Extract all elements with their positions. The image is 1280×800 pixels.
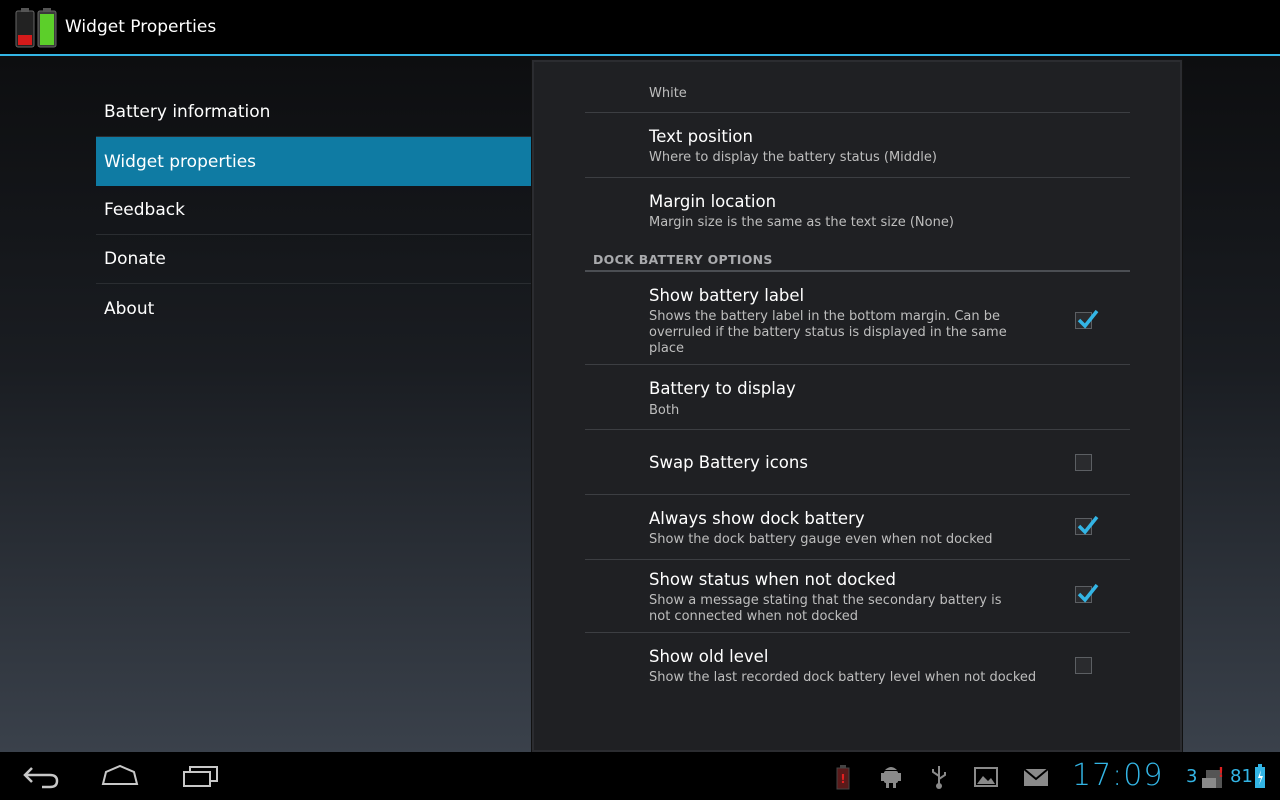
pref-show-old-level[interactable]: Show old level Show the last recorded do… [585, 633, 1130, 698]
header-feedback[interactable]: Feedback [96, 186, 531, 235]
content-area: Battery information Widget properties Fe… [0, 56, 1280, 753]
usb-icon[interactable] [930, 764, 948, 790]
clock[interactable]: 17:09 [1072, 758, 1163, 793]
always-show-dock-battery-checkbox[interactable] [1075, 515, 1099, 535]
header-donate[interactable]: Donate [96, 235, 531, 284]
battery-level: 81 [1230, 766, 1253, 787]
pref-title: Show old level [649, 647, 769, 666]
system-bar: ! 17:09 3 ! 81 [0, 752, 1280, 800]
pref-summary: Show the last recorded dock battery leve… [649, 670, 1037, 685]
svg-text:!: ! [840, 772, 845, 786]
pref-title: Show status when not docked [649, 570, 897, 589]
pref-swap-battery-icons[interactable]: Swap Battery icons [585, 430, 1130, 495]
pref-show-status-not-docked[interactable]: Show status when not docked Show a messa… [585, 560, 1130, 633]
pref-title: Swap Battery icons [649, 453, 808, 472]
show-status-not-docked-checkbox[interactable] [1075, 583, 1099, 603]
pref-text-position[interactable]: Text position Where to display the batte… [585, 113, 1130, 178]
keyboard-warning-icon[interactable]: ! [1200, 764, 1224, 790]
pref-margin-location[interactable]: Margin location Margin size is the same … [585, 178, 1130, 244]
category-dock-battery-options: DOCK BATTERY OPTIONS [585, 252, 1130, 272]
battery-icon[interactable] [1255, 764, 1265, 788]
home-icon[interactable] [101, 762, 139, 790]
checkmark-icon [1077, 583, 1099, 603]
category-label: DOCK BATTERY OPTIONS [593, 252, 773, 267]
header-list: Battery information Widget properties Fe… [96, 88, 531, 333]
pref-title: Always show dock battery [649, 509, 865, 528]
pref-summary: Shows the battery label in the bottom ma… [649, 309, 1007, 356]
pref-title: Battery to display [649, 379, 796, 398]
pref-summary: Margin size is the same as the text size… [649, 215, 954, 230]
pref-summary: White [649, 86, 687, 101]
header-battery-information[interactable]: Battery information [96, 88, 531, 137]
battery-app-icon[interactable] [14, 8, 60, 48]
battery-warning-icon[interactable]: ! [836, 764, 850, 790]
app-title: Widget Properties [65, 17, 217, 37]
pref-show-battery-label[interactable]: Show battery label Shows the battery lab… [585, 274, 1130, 365]
back-icon[interactable] [22, 762, 60, 790]
swap-battery-icons-checkbox[interactable] [1075, 454, 1092, 471]
pref-title: Margin location [649, 192, 777, 211]
pref-text-color[interactable]: White [585, 62, 1130, 113]
svg-text:!: ! [1218, 766, 1224, 781]
pref-battery-to-display[interactable]: Battery to display Both [585, 365, 1130, 430]
pref-summary: Where to display the battery status (Mid… [649, 150, 937, 165]
pref-summary: Show a message stating that the secondar… [649, 593, 1002, 624]
show-battery-label-checkbox[interactable] [1075, 309, 1099, 329]
pref-title: Show battery label [649, 286, 805, 305]
android-debug-icon[interactable] [880, 764, 902, 790]
notification-count: 3 [1186, 766, 1198, 787]
gmail-icon[interactable] [1023, 764, 1049, 790]
header-about[interactable]: About [96, 284, 531, 333]
header-widget-properties[interactable]: Widget properties [96, 137, 531, 186]
checkmark-icon [1077, 309, 1099, 329]
pref-always-show-dock-battery[interactable]: Always show dock battery Show the dock b… [585, 495, 1130, 560]
show-old-level-checkbox[interactable] [1075, 657, 1092, 674]
preferences-panel[interactable]: White Text position Where to display the… [531, 59, 1183, 753]
image-notification-icon[interactable] [974, 764, 998, 790]
pref-summary: Show the dock battery gauge even when no… [649, 532, 993, 547]
pref-summary: Both [649, 403, 680, 418]
action-bar: Widget Properties [0, 0, 1280, 56]
checkmark-icon [1077, 515, 1099, 535]
pref-title: Text position [649, 127, 753, 146]
recent-apps-icon[interactable] [182, 762, 220, 790]
